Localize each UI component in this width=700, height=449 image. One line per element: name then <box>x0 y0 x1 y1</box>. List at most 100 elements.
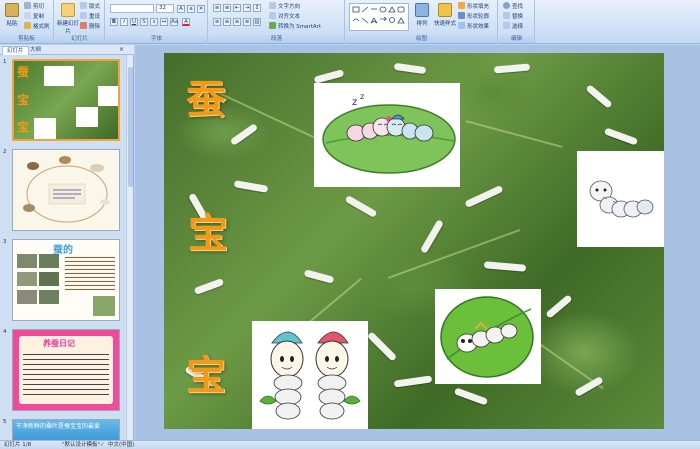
silkworm <box>366 331 398 362</box>
paste-icon <box>5 3 19 17</box>
thumb-card <box>44 66 74 86</box>
clipart-white-worm[interactable] <box>577 151 664 247</box>
slides-group-label: 幻灯片 <box>55 35 104 43</box>
thumb-title-char: 宝 <box>17 120 30 134</box>
char-spacing-icon[interactable]: ↔ <box>160 18 168 26</box>
clipart-two-worms[interactable] <box>252 321 368 429</box>
format-painter-button[interactable]: 格式刷 <box>24 22 50 31</box>
align-center-icon[interactable]: ≡ <box>223 18 231 26</box>
new-slide-button[interactable]: 新建幻灯片 <box>57 2 79 35</box>
shape-effects-button[interactable]: 形状效果 <box>458 22 489 31</box>
silkworm <box>464 184 504 209</box>
thumb-text-block <box>65 254 115 290</box>
shape-fill-icon <box>458 2 465 9</box>
tab-slides[interactable]: 幻灯片 <box>2 46 29 55</box>
slide-thumbnail-row: 4 养蚕日记 <box>0 329 126 415</box>
shadow-icon[interactable]: s <box>150 18 158 26</box>
slide-thumbnail[interactable]: 蚕的 <box>12 239 120 321</box>
clipart-worm-on-leaf[interactable] <box>435 289 541 384</box>
slide-thumbnail[interactable]: 蚕 宝 宝 <box>12 59 120 141</box>
smartart-button[interactable]: 转换为 SmartArt <box>269 22 321 31</box>
columns-icon[interactable]: ▥ <box>253 18 261 26</box>
find-button[interactable]: 查找 <box>503 2 523 11</box>
select-button[interactable]: 选择 <box>503 22 523 31</box>
title-char-bao-1[interactable]: 宝 <box>188 201 228 259</box>
arrange-button[interactable]: 排列 <box>412 2 432 34</box>
align-right-icon[interactable]: ≡ <box>233 18 241 26</box>
pane-close-icon[interactable]: × <box>119 46 124 53</box>
slide-thumbnail[interactable] <box>12 149 120 231</box>
shapes-gallery[interactable] <box>349 3 409 31</box>
paste-button[interactable]: 粘贴 <box>2 2 22 34</box>
copy-button[interactable]: 复制 <box>24 12 44 21</box>
tab-outline[interactable]: 大纲 <box>26 46 45 55</box>
title-char-bao-2[interactable]: 宝 <box>186 343 226 401</box>
shapes-gallery-icons <box>352 6 405 24</box>
silkworm <box>419 219 445 254</box>
slide-thumbnail[interactable]: 干净新鲜的桑叶是蚕宝宝的最爱 <box>12 419 120 440</box>
slide-thumbnail-row: 5 干净新鲜的桑叶是蚕宝宝的最爱 <box>0 419 126 440</box>
shape-fill-button[interactable]: 形状填充 <box>458 2 489 11</box>
replace-button[interactable]: 替换 <box>503 12 523 21</box>
silkworm <box>313 69 345 84</box>
increase-indent-icon[interactable]: ⇥ <box>243 4 251 12</box>
underline-icon[interactable]: U <box>130 18 138 26</box>
slide-thumbnail[interactable]: 养蚕日记 <box>12 329 120 411</box>
font-color-icon[interactable]: A <box>182 18 190 26</box>
svg-text:z: z <box>360 92 364 101</box>
copy-icon <box>24 12 31 19</box>
slides-group: 新建幻灯片 版式 重设 删除 幻灯片 <box>55 0 105 44</box>
justify-icon[interactable]: ≡ <box>243 18 251 26</box>
reset-button[interactable]: 重设 <box>80 12 100 21</box>
font-size-field[interactable]: 32 <box>156 4 174 13</box>
slide-thumbnail-row: 3 蚕的 <box>0 239 126 325</box>
shape-outline-button[interactable]: 形状轮廓 <box>458 12 489 21</box>
main-slide[interactable]: 蚕 宝 宝 z z <box>164 53 664 429</box>
decrease-indent-icon[interactable]: ⇤ <box>233 4 241 12</box>
silkworm <box>344 194 378 219</box>
drawing-group: 排列 快速样式 形状填充 形状轮廓 形状效果 绘图 <box>346 0 498 44</box>
silkworm <box>303 269 335 284</box>
align-left-icon[interactable]: ≡ <box>213 18 221 26</box>
bold-icon[interactable]: B <box>110 18 118 26</box>
select-icon <box>503 22 510 29</box>
format-painter-icon <box>24 22 31 29</box>
thumb-photo <box>17 254 37 268</box>
font-name-field[interactable] <box>110 4 154 13</box>
thumb-title-char: 宝 <box>17 93 30 107</box>
delete-slide-button[interactable]: 删除 <box>80 22 100 31</box>
numbering-icon[interactable]: ≡ <box>223 4 231 12</box>
pane-scrollbar[interactable] <box>126 55 133 440</box>
slide-number: 3 <box>3 239 7 245</box>
shrink-font-icon[interactable]: a <box>187 5 195 13</box>
thumb-photo <box>17 290 37 304</box>
pane-scrollbar-thumb[interactable] <box>128 67 133 187</box>
layout-button[interactable]: 版式 <box>80 2 100 11</box>
align-text-button[interactable]: 对齐文本 <box>269 12 300 21</box>
thumb-card <box>98 86 118 106</box>
worm-on-leaf-icon <box>440 296 534 378</box>
silkworm <box>393 62 427 75</box>
bullets-icon[interactable]: ≡ <box>213 4 221 12</box>
silkworm <box>585 84 613 109</box>
font-group-label: 字体 <box>106 35 207 43</box>
line-spacing-icon[interactable]: ↕ <box>253 4 261 12</box>
quick-styles-icon <box>438 3 452 17</box>
slide-thumbnail-row: 1 蚕 宝 宝 <box>0 59 126 145</box>
change-case-icon[interactable]: Aa <box>170 18 178 26</box>
cut-button[interactable]: 剪切 <box>24 2 44 11</box>
smartart-icon <box>269 22 276 29</box>
strikethrough-icon[interactable]: S <box>140 18 148 26</box>
text-direction-icon <box>269 2 276 9</box>
clipart-sleeping-worms[interactable]: z z <box>314 83 460 187</box>
title-char-can[interactable]: 蚕 <box>186 67 226 125</box>
text-direction-button[interactable]: 文字方向 <box>269 2 300 11</box>
quick-styles-button[interactable]: 快速样式 <box>433 2 457 34</box>
clear-format-icon[interactable]: ✕ <box>197 5 205 13</box>
cut-icon <box>24 2 31 9</box>
status-bar: 幻灯片 1/8 "默认设计模板" ✓ 中文(中国) <box>0 440 700 449</box>
silkworm <box>393 375 433 388</box>
italic-icon[interactable]: I <box>120 18 128 26</box>
grow-font-icon[interactable]: A <box>177 5 185 13</box>
status-theme: "默认设计模板" <box>62 442 101 448</box>
